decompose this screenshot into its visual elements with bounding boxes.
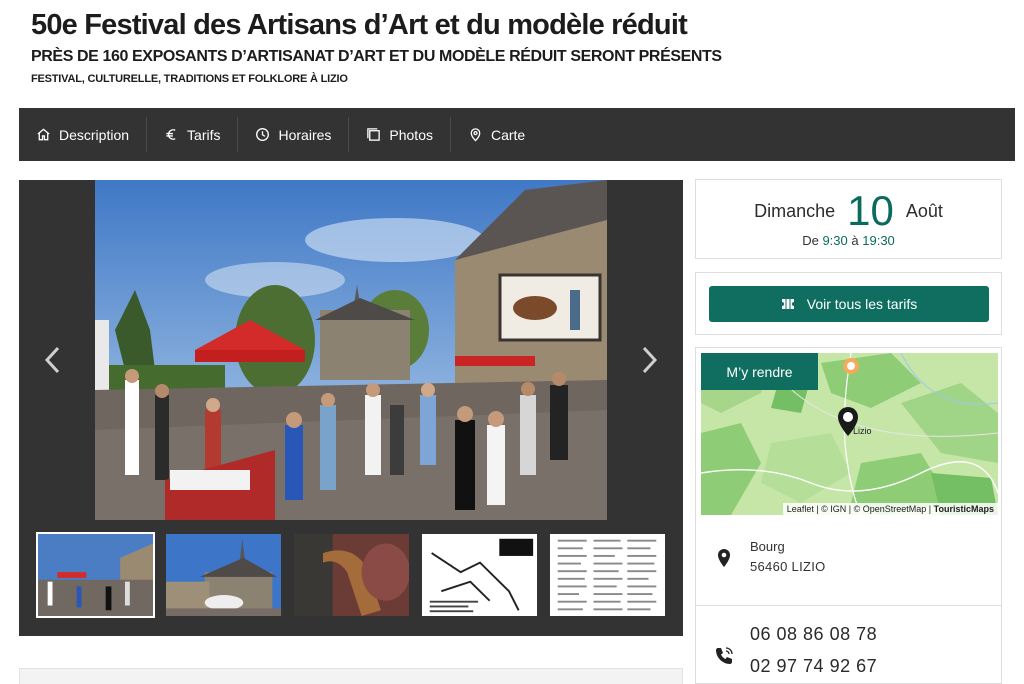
nav-tarifs-label: Tarifs <box>187 126 221 143</box>
page-subtitle: PRÈS DE 160 EXPOSANTS D’ARTISANAT D’ART … <box>31 48 722 65</box>
nav-description-label: Description <box>59 126 130 143</box>
nav-carte-label: Carte <box>490 126 526 143</box>
ticket-icon <box>781 299 794 309</box>
nav-description[interactable]: Description <box>19 117 148 152</box>
thumbnail-4[interactable] <box>420 532 539 618</box>
phone-number-2[interactable]: 02 97 74 92 67 <box>750 656 877 677</box>
event-day: 10 <box>847 187 894 234</box>
address-line-2: 56460 LIZIO <box>750 559 826 574</box>
nav-photos-label: Photos <box>389 126 433 143</box>
tarifs-box: Voir tous les tarifs <box>695 272 1002 335</box>
thumbnail-strip <box>36 532 667 618</box>
address-block: Bourg 56460 LIZIO <box>696 526 1001 606</box>
phone-number-1[interactable]: 06 08 86 08 78 <box>750 624 877 645</box>
map-place-label: Lizio <box>853 426 872 436</box>
hours-end: 19:30 <box>862 233 895 248</box>
thumbnail-1[interactable] <box>36 532 155 618</box>
event-month: Août <box>905 200 943 221</box>
view-tarifs-button[interactable]: Voir tous les tarifs <box>709 286 989 322</box>
hours-sep: à <box>851 233 859 248</box>
address-pin-icon <box>718 549 730 567</box>
hours-prefix: De <box>802 233 819 248</box>
nav-tarifs[interactable]: Tarifs <box>147 117 239 152</box>
category-tags: FESTIVAL, CULTURELLE, TRADITIONS ET FOLK… <box>31 73 348 85</box>
address-line-1: Bourg <box>750 539 785 554</box>
thumbnail-2[interactable] <box>164 532 283 618</box>
map-pin-icon <box>470 128 481 142</box>
next-photo-arrow[interactable] <box>639 345 659 375</box>
attribution-sources: | © IGN | © OpenStreetMap | <box>813 504 934 514</box>
hours-start: 9:30 <box>822 233 848 248</box>
nav-photos[interactable]: Photos <box>349 117 451 152</box>
get-directions-button[interactable]: M’y rendre <box>701 353 818 390</box>
attribution-leaflet-link[interactable]: Leaflet <box>787 504 814 514</box>
section-nav: Description Tarifs Horaires Photos Carte <box>19 108 1015 161</box>
nav-carte[interactable]: Carte <box>451 117 542 152</box>
phone-icon <box>716 647 733 664</box>
clock-icon <box>256 128 270 141</box>
view-tarifs-label: Voir tous les tarifs <box>806 296 918 312</box>
page-title: 50e Festival des Artisans d’Art et du mo… <box>31 9 688 41</box>
event-weekday: Dimanche <box>754 200 836 221</box>
event-hours: De 9:30 à 19:30 <box>696 233 1001 248</box>
location-box: M’y rendre Lizio Leaflet | © IGN | © Ope… <box>695 347 1002 684</box>
event-date-box: Dimanche 10 Août De 9:30 à 19:30 <box>695 179 1002 259</box>
main-photo[interactable] <box>95 180 607 520</box>
map-attribution: Leaflet | © IGN | © OpenStreetMap | Tour… <box>782 503 998 515</box>
euro-icon <box>166 129 176 140</box>
thumbnail-5[interactable] <box>548 532 667 618</box>
thumbnail-3[interactable] <box>292 532 411 618</box>
photo-gallery <box>19 180 683 636</box>
location-map[interactable]: M’y rendre Lizio Leaflet | © IGN | © Ope… <box>701 353 998 515</box>
home-icon <box>37 128 50 141</box>
prev-photo-arrow[interactable] <box>43 345 63 375</box>
attribution-brand: TouristicMaps <box>933 504 994 514</box>
nav-horaires-label: Horaires <box>278 126 332 143</box>
nav-horaires[interactable]: Horaires <box>238 117 350 152</box>
description-card <box>19 668 683 684</box>
photos-icon <box>367 128 381 141</box>
